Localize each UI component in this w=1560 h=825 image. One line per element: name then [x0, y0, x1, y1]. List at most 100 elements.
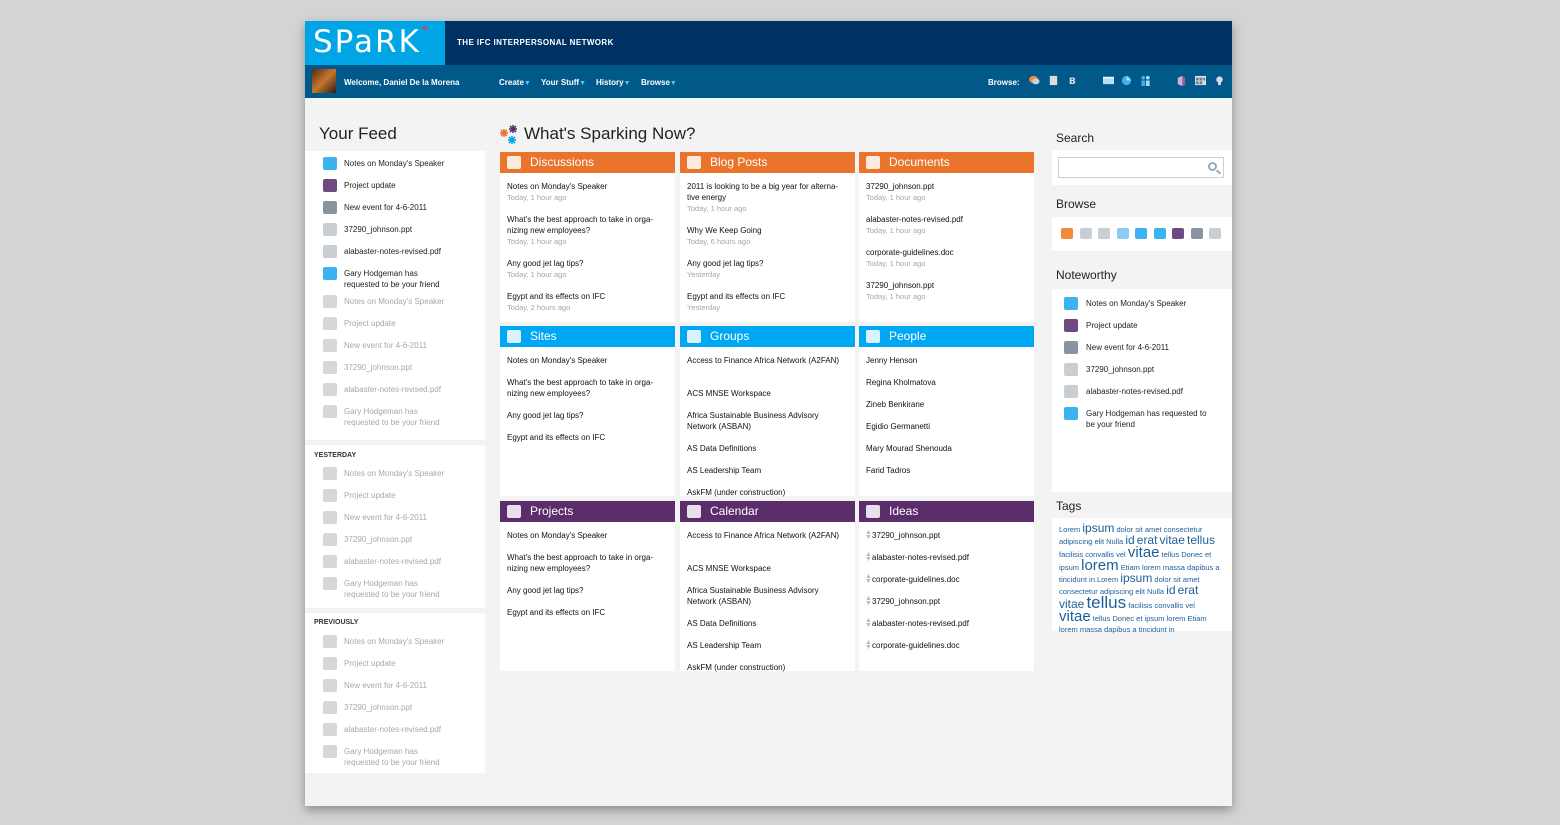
list-item[interactable]: ▲ ▼ 37290_johnson.ppt	[865, 529, 1034, 541]
tag-link[interactable]: vitae	[1160, 533, 1185, 547]
tag-link[interactable]: convallis	[1155, 601, 1184, 610]
list-item[interactable]: Africa Sustainable Business Advisory Net…	[687, 585, 849, 607]
tag-link[interactable]: tincidunt	[1059, 575, 1087, 584]
list-item[interactable]: corporate-guidelines.doc Today, 1 hour ag…	[866, 247, 1028, 269]
vote-arrows-icon[interactable]: ▲ ▼	[865, 529, 872, 541]
menu-history[interactable]: History▼	[596, 78, 631, 87]
tag-link[interactable]: tellus	[1162, 550, 1180, 559]
list-item[interactable]: ACS MNSE Workspace	[687, 563, 849, 574]
calendar-icon[interactable]	[1195, 75, 1206, 86]
list-item[interactable]: ▲ ▼ 37290_johnson.ppt	[865, 595, 1034, 607]
tag-link[interactable]: et	[1136, 614, 1142, 623]
menu-browse[interactable]: Browse▼	[641, 78, 677, 87]
document-icon[interactable]	[1048, 75, 1059, 86]
tag-link[interactable]: elit	[1094, 537, 1104, 546]
list-item[interactable]: AS Data Definitions	[687, 618, 849, 629]
list-item[interactable]: Zineb Benkirane	[866, 399, 1028, 410]
list-item[interactable]: Egypt and its effects on IFC	[507, 607, 669, 618]
tag-link[interactable]: lorem	[1167, 614, 1186, 623]
list-item[interactable]: Access to Finance Africa Network (A2FAN)	[687, 530, 849, 541]
list-item[interactable]: What's the best approach to take in orga…	[507, 214, 669, 247]
tag-link[interactable]: facilisis	[1059, 550, 1083, 559]
people-icon[interactable]	[1153, 228, 1166, 239]
box-header[interactable]: Ideas	[859, 501, 1034, 522]
list-item[interactable]: Egypt and its effects on IFC Today, 2 hou…	[507, 291, 669, 313]
tag-link[interactable]: erat	[1178, 583, 1199, 597]
box-header[interactable]: Blog Posts	[680, 152, 855, 173]
document-icon[interactable]	[1079, 228, 1092, 239]
vote-arrows-icon[interactable]: ▲ ▼	[865, 551, 872, 563]
list-item[interactable]: Notes on Monday's Speaker	[507, 530, 669, 541]
tag-link[interactable]: tincidunt	[1139, 625, 1167, 634]
box-header[interactable]: Sites	[500, 326, 675, 347]
list-item[interactable]: What's the best approach to take in orga…	[507, 552, 669, 574]
tag-link[interactable]: tellus	[1086, 593, 1126, 612]
discussion-icon[interactable]	[1029, 75, 1040, 86]
list-item[interactable]: Notes on Monday's Speaker	[507, 355, 669, 366]
box-header[interactable]: Projects	[500, 501, 675, 522]
calendar-icon[interactable]	[1190, 228, 1203, 239]
tag-link[interactable]: vitae	[1128, 544, 1160, 561]
tag-link[interactable]: lorem	[1081, 557, 1119, 574]
list-item[interactable]: Regina Kholmatova	[866, 377, 1028, 388]
tag-link[interactable]: Donec	[1181, 550, 1203, 559]
list-item[interactable]: alabaster-notes-revised.pdf Today, 1 hour…	[866, 214, 1028, 236]
tag-link[interactable]: dapibus	[1104, 625, 1130, 634]
vote-arrows-icon[interactable]: ▲ ▼	[865, 595, 872, 607]
list-item[interactable]: What's the best approach to take in orga…	[507, 377, 669, 399]
groups-icon[interactable]	[1135, 228, 1147, 239]
spark-logo[interactable]: SPaRK	[305, 21, 445, 65]
tag-link[interactable]: Etiam	[1188, 614, 1207, 623]
list-item[interactable]: Mary Mourad Shenouda	[866, 443, 1028, 454]
box-header[interactable]: Groups	[680, 326, 855, 347]
tag-link[interactable]: Nulla	[1106, 537, 1123, 546]
tag-link[interactable]: Donec	[1112, 614, 1134, 623]
ideas-icon[interactable]	[1214, 75, 1225, 86]
people-icon[interactable]	[1140, 75, 1151, 86]
avatar[interactable]	[312, 69, 336, 93]
list-item[interactable]: Notes on Monday's Speaker Today, 1 hour a…	[507, 181, 669, 203]
tag-link[interactable]: tellus	[1187, 533, 1215, 547]
search-icon[interactable]	[1208, 162, 1217, 171]
groups-icon[interactable]	[1121, 75, 1132, 86]
list-item[interactable]: AskFM (under construction)	[687, 662, 849, 673]
list-item[interactable]: 37290_johnson.ppt Today, 1 hour ago	[866, 280, 1028, 302]
tag-link[interactable]: vitae	[1059, 608, 1091, 625]
vote-arrows-icon[interactable]: ▲ ▼	[865, 573, 872, 585]
tag-link[interactable]: ipsum	[1059, 563, 1079, 572]
list-item[interactable]: AS Leadership Team	[687, 465, 849, 476]
list-item[interactable]: Any good jet lag tips?	[507, 585, 669, 596]
list-item[interactable]: Any good jet lag tips? Today, 1 hour ago	[507, 258, 669, 280]
tag-link[interactable]: a	[1132, 625, 1136, 634]
menu-your-stuff[interactable]: Your Stuff▼	[541, 78, 586, 87]
tag-link[interactable]: lorem	[1059, 625, 1078, 634]
list-item[interactable]: Farid Tadros	[866, 465, 1028, 476]
tag-link[interactable]: ipsum	[1145, 614, 1165, 623]
list-item[interactable]: 2011 is looking to be a big year for alt…	[687, 181, 849, 214]
list-item[interactable]: Access to Finance Africa Network (A2FAN)	[687, 355, 849, 366]
tag-link[interactable]: elit	[1135, 587, 1145, 596]
list-item[interactable]: Why We Keep Going Today, 6 hours ago	[687, 225, 849, 247]
vote-arrows-icon[interactable]: ▲ ▼	[865, 617, 872, 629]
blog-icon[interactable]: B	[1067, 75, 1078, 86]
box-header[interactable]: People	[859, 326, 1034, 347]
list-item[interactable]: ACS MNSE Workspace	[687, 388, 849, 399]
tag-link[interactable]: ipsum	[1120, 571, 1152, 585]
list-item[interactable]: AS Leadership Team	[687, 640, 849, 651]
list-item[interactable]: Any good jet lag tips? Yesterday	[687, 258, 849, 280]
tag-link[interactable]: in	[1169, 625, 1175, 634]
list-item[interactable]: 37290_johnson.ppt Today, 1 hour ago	[866, 181, 1028, 203]
box-header[interactable]: Documents	[859, 152, 1034, 173]
list-item[interactable]: Egypt and its effects on IFC Yesterday	[687, 291, 849, 313]
list-item[interactable]: Any good jet lag tips?	[507, 410, 669, 421]
ideas-icon[interactable]	[1209, 228, 1221, 239]
menu-create[interactable]: Create▼	[499, 78, 531, 87]
tag-link[interactable]: adipiscing	[1059, 537, 1092, 546]
list-item[interactable]: ▲ ▼ corporate-guidelines.doc	[865, 573, 1034, 585]
tag-link[interactable]: et	[1205, 550, 1211, 559]
vote-arrows-icon[interactable]: ▲ ▼	[865, 639, 872, 651]
tag-link[interactable]: tellus	[1093, 614, 1111, 623]
list-item[interactable]: ▲ ▼ corporate-guidelines.doc	[865, 639, 1034, 651]
list-item[interactable]: Egypt and its effects on IFC	[507, 432, 669, 443]
sites-icon[interactable]	[1116, 228, 1129, 239]
